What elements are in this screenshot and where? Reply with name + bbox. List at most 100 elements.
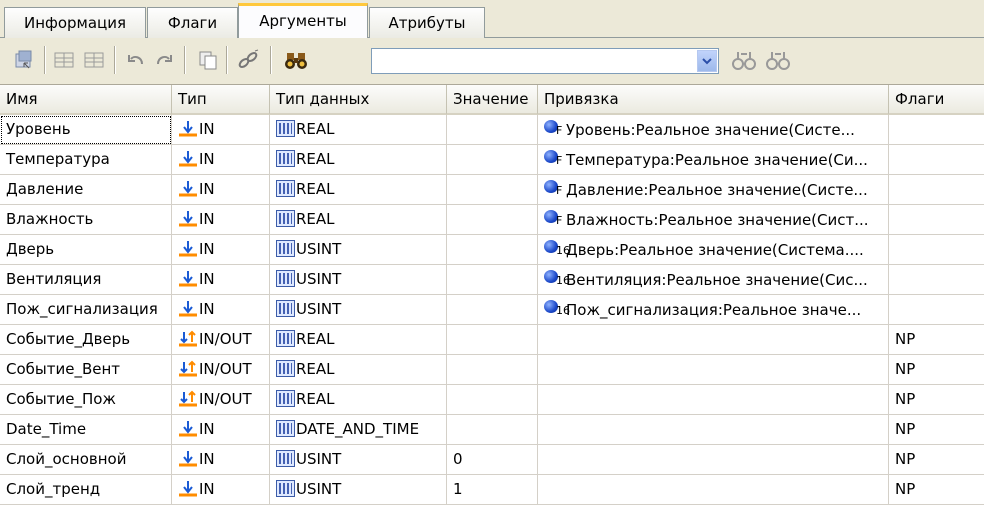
cell-data-type[interactable]: REAL [270,385,447,415]
cell-value[interactable] [447,235,538,265]
cell-value[interactable] [447,355,538,385]
cell-value[interactable] [447,325,538,355]
cell-binding[interactable]: F Уровень:Реальное значение(Систе... [538,115,889,145]
cell-binding[interactable] [538,385,889,415]
cell-flags[interactable]: NP [889,385,984,415]
tab-arguments[interactable]: Аргументы [238,3,368,38]
tab-attributes[interactable]: Атрибуты [369,7,485,38]
cell-data-type[interactable]: DATE_AND_TIME [270,415,447,445]
column-header-data-type[interactable]: Тип данных [270,85,447,115]
cell-value[interactable] [447,145,538,175]
cell-binding[interactable] [538,325,889,355]
cell-value[interactable]: 1 [447,475,538,505]
cell-type[interactable]: IN/OUT [172,325,270,355]
cell-binding[interactable] [538,415,889,445]
cell-binding[interactable]: 16 Вентиляция:Реальное значение(Сис... [538,265,889,295]
undo-button[interactable] [122,46,150,74]
cell-type[interactable]: IN [172,235,270,265]
cell-value[interactable] [447,415,538,445]
cell-data-type[interactable]: USINT [270,295,447,325]
cell-flags[interactable]: NP [889,475,984,505]
cell-data-type[interactable]: USINT [270,235,447,265]
table-row[interactable]: Вентиляция IN USINT 16 Вентиляция:Реальное з… [0,265,984,295]
cell-type[interactable]: IN [172,175,270,205]
column-header-flags[interactable]: Флаги [889,85,984,115]
cell-flags[interactable] [889,295,984,325]
move-down-button[interactable] [80,46,108,74]
cell-type[interactable]: IN/OUT [172,385,270,415]
cell-name[interactable]: Событие_Пож [0,385,172,415]
table-row[interactable]: Событие_Дверь IN/OUT REAL NP [0,325,984,355]
table-row[interactable]: Пож_сигнализация IN USINT 16 Пож_сигнализаци… [0,295,984,325]
table-row[interactable]: Date_Time IN DATE_AND_TIME NP [0,415,984,445]
cell-type[interactable]: IN [172,115,270,145]
move-up-button[interactable] [50,46,78,74]
cell-type[interactable]: IN [172,295,270,325]
cell-name[interactable]: Пож_сигнализация [0,295,172,325]
cell-name[interactable]: Температура [0,145,172,175]
table-row[interactable]: Давление IN REAL F Давление:Реальное значени… [0,175,984,205]
cell-flags[interactable]: NP [889,325,984,355]
table-row[interactable]: Дверь IN USINT 16 Дверь:Реальное значение(Си… [0,235,984,265]
cell-type[interactable]: IN [172,145,270,175]
cell-data-type[interactable]: REAL [270,115,447,145]
cell-value[interactable] [447,385,538,415]
cell-binding[interactable]: F Влажность:Реальное значение(Сист... [538,205,889,235]
cell-binding[interactable]: 16 Дверь:Реальное значение(Система.... [538,235,889,265]
cell-data-type[interactable]: USINT [270,445,447,475]
cell-data-type[interactable]: REAL [270,205,447,235]
search-dropdown-button[interactable] [697,50,717,72]
cell-name[interactable]: Событие_Вент [0,355,172,385]
cell-name[interactable]: Дверь [0,235,172,265]
cell-name[interactable]: Слой_основной [0,445,172,475]
cell-name[interactable]: Событие_Дверь [0,325,172,355]
find-next-button[interactable] [764,46,792,74]
cell-name[interactable]: Давление [0,175,172,205]
column-header-value[interactable]: Значение [447,85,538,115]
tab-flags[interactable]: Флаги [147,7,238,38]
cell-flags[interactable] [889,235,984,265]
cell-data-type[interactable]: REAL [270,355,447,385]
cell-type[interactable]: IN [172,205,270,235]
cell-name[interactable]: Уровень [0,115,172,145]
cell-flags[interactable]: NP [889,415,984,445]
cell-value[interactable] [447,295,538,325]
cell-value[interactable] [447,205,538,235]
column-header-type[interactable]: Тип [172,85,270,115]
cell-data-type[interactable]: USINT [270,475,447,505]
cell-data-type[interactable]: USINT [270,265,447,295]
cell-data-type[interactable]: REAL [270,325,447,355]
cell-type[interactable]: IN [172,445,270,475]
cell-name[interactable]: Date_Time [0,415,172,445]
cell-flags[interactable] [889,205,984,235]
cell-binding[interactable]: F Температура:Реальное значение(Си... [538,145,889,175]
cell-binding[interactable] [538,475,889,505]
cell-value[interactable]: 0 [447,445,538,475]
cell-name[interactable]: Влажность [0,205,172,235]
copy-button[interactable] [194,46,222,74]
cell-flags[interactable]: NP [889,445,984,475]
cell-data-type[interactable]: REAL [270,175,447,205]
cell-data-type[interactable]: REAL [270,145,447,175]
cell-flags[interactable]: NP [889,355,984,385]
cell-value[interactable] [447,175,538,205]
column-header-name[interactable]: Имя [0,85,172,115]
link-button[interactable] [234,46,262,74]
find-button[interactable] [282,46,310,74]
find-previous-button[interactable] [730,46,758,74]
insert-button[interactable] [10,46,38,74]
cell-type[interactable]: IN/OUT [172,355,270,385]
table-row[interactable]: Уровень IN REAL F Уровень:Реальное значение(… [0,115,984,145]
search-input[interactable] [371,48,719,74]
cell-binding[interactable]: F Давление:Реальное значение(Систе... [538,175,889,205]
cell-value[interactable] [447,265,538,295]
cell-name[interactable]: Вентиляция [0,265,172,295]
column-header-binding[interactable]: Привязка [538,85,889,115]
cell-binding[interactable]: 16 Пож_сигнализация:Реальное значе... [538,295,889,325]
cell-flags[interactable] [889,145,984,175]
table-row[interactable]: Событие_Вент IN/OUT REAL NP [0,355,984,385]
cell-type[interactable]: IN [172,415,270,445]
table-row[interactable]: Слой_тренд IN USINT 1 NP [0,475,984,505]
cell-binding[interactable] [538,445,889,475]
redo-button[interactable] [150,46,178,74]
